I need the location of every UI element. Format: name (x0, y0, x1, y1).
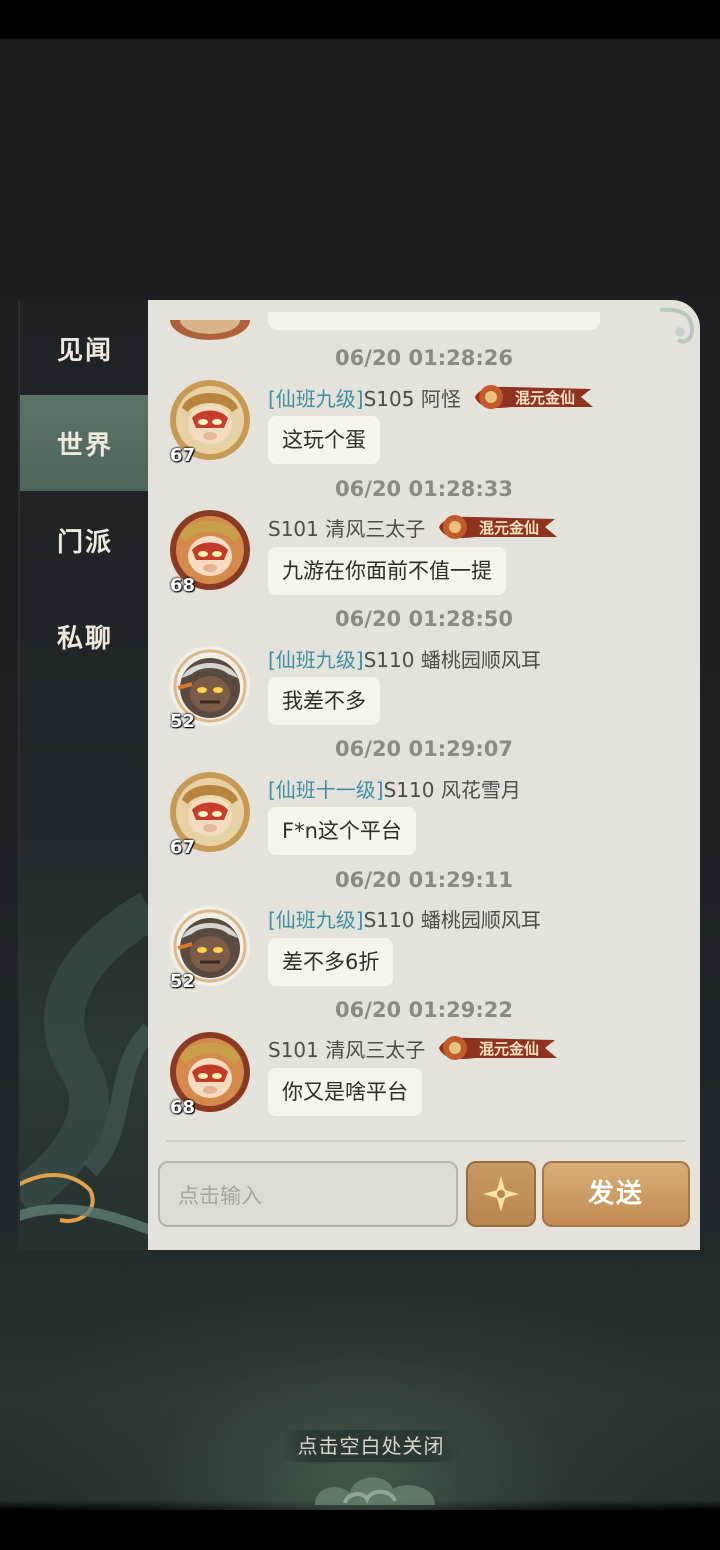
message-timestamp: 06/20 01:28:33 (335, 477, 513, 501)
player-avatar[interactable]: 67 (168, 378, 252, 466)
player-avatar[interactable]: 68 (168, 1030, 252, 1118)
player-avatar[interactable]: 68 (168, 508, 252, 596)
sender-name: S101 清风三太子 (268, 1037, 426, 1062)
sender-rank: [仙班九级] (268, 647, 364, 672)
sender-name: S110 蟠桃园顺风耳 (363, 647, 541, 672)
sender-name: S110 风花雪月 (383, 777, 521, 802)
svg-text:混元金仙: 混元金仙 (515, 389, 575, 407)
title-badge: 混元金仙 (435, 511, 559, 543)
tab-news[interactable]: 见闻 (20, 300, 150, 396)
channel-sidebar: 见闻 世界 门派 私聊 (18, 300, 160, 1250)
player-level: 52 (170, 971, 196, 992)
sender-name-line: S101 清风三太子 混元金仙 (268, 1033, 559, 1063)
sender-rank: [仙班九级] (268, 386, 364, 411)
sender-name-line: [仙班九级] S110 蟠桃园顺风耳 (268, 903, 541, 933)
svg-text:混元金仙: 混元金仙 (479, 1040, 539, 1058)
game-screen[interactable]: 见闻 世界 门派 私聊 06/20 01:28:26 67 [仙班九级] S10… (0, 0, 720, 1550)
message-timestamp: 06/20 01:29:11 (335, 868, 513, 892)
sender-name: S105 阿怪 (363, 386, 461, 411)
message-bubble[interactable]: 这玩个蛋 (268, 416, 380, 464)
message-timestamp: 06/20 01:29:22 (335, 998, 513, 1022)
message-bubble[interactable]: 我差不多 (268, 677, 380, 725)
sender-rank: [仙班十一级] (268, 777, 384, 802)
message-bubble[interactable]: 九游在你面前不值一提 (268, 547, 506, 595)
message-list[interactable]: 06/20 01:28:26 67 [仙班九级] S105 阿怪 混元金仙 这玩… (148, 300, 700, 1140)
message-bubble[interactable]: F*n这个平台 (268, 807, 416, 855)
player-level: 68 (170, 575, 196, 596)
sender-name-line: [仙班十一级] S110 风花雪月 (268, 773, 521, 803)
sender-name: S101 清风三太子 (268, 516, 426, 541)
message-timestamp: 06/20 01:29:07 (335, 737, 513, 761)
tab-sect[interactable]: 门派 (20, 492, 150, 588)
player-level: 68 (170, 1097, 196, 1118)
sender-name: S110 蟠桃园顺风耳 (363, 907, 541, 932)
message-timestamp: 06/20 01:28:50 (335, 607, 513, 631)
cloud-ornament-icon (315, 1477, 435, 1505)
chat-area: 06/20 01:28:26 67 [仙班九级] S105 阿怪 混元金仙 这玩… (148, 300, 700, 1250)
player-avatar[interactable]: 52 (168, 644, 252, 732)
chat-input[interactable]: 点击输入 (158, 1161, 458, 1227)
message-bubble[interactable]: 你又是啥平台 (268, 1068, 422, 1116)
tab-world[interactable]: 世界 (20, 395, 160, 491)
sender-rank: [仙班九级] (268, 907, 364, 932)
chat-panel: 见闻 世界 门派 私聊 06/20 01:28:26 67 [仙班九级] S10… (18, 300, 700, 1250)
input-divider (166, 1140, 686, 1142)
sparkle-icon (483, 1176, 519, 1212)
player-level: 67 (170, 837, 196, 858)
message-bubble[interactable]: 差不多6折 (268, 938, 394, 986)
player-level: 52 (170, 711, 196, 732)
player-avatar[interactable]: 52 (168, 904, 252, 992)
sender-name-line: S101 清风三太子 混元金仙 (268, 512, 559, 542)
player-level: 67 (170, 445, 196, 466)
sender-name-line: [仙班九级] S105 阿怪 混元金仙 (268, 382, 595, 412)
avatar-partial (170, 320, 250, 342)
title-badge: 混元金仙 (471, 381, 595, 413)
title-badge: 混元金仙 (435, 1032, 559, 1064)
cloud-swirl-decoration (20, 870, 150, 1250)
send-button[interactable]: 发送 (542, 1161, 690, 1227)
emoji-button[interactable] (466, 1161, 536, 1227)
player-avatar[interactable]: 67 (168, 770, 252, 858)
tab-private-chat[interactable]: 私聊 (20, 588, 150, 684)
svg-text:混元金仙: 混元金仙 (479, 519, 539, 537)
message-timestamp: 06/20 01:28:26 (335, 346, 513, 370)
message-bubble-partial (268, 312, 600, 330)
sender-name-line: [仙班九级] S110 蟠桃园顺风耳 (268, 643, 541, 673)
